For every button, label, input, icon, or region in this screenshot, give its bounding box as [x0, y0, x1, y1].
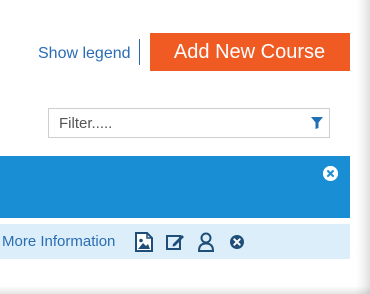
more-information-link[interactable]: More Information [2, 233, 115, 250]
toolbar: Show legend Add New Course [38, 33, 350, 71]
course-row: More Information [0, 224, 350, 259]
close-circle-icon[interactable] [323, 166, 338, 181]
panel-shadow-bottom [0, 286, 370, 294]
user-icon[interactable] [195, 231, 217, 253]
course-header-bar [0, 156, 350, 218]
filter-box [48, 108, 330, 138]
image-icon[interactable] [133, 231, 155, 253]
close-circle-icon[interactable] [226, 231, 248, 253]
filter-input[interactable] [49, 109, 305, 137]
edit-icon[interactable] [164, 231, 186, 253]
row-actions [133, 231, 257, 253]
panel-shadow-right [356, 0, 370, 294]
add-new-course-button[interactable]: Add New Course [149, 33, 350, 71]
funnel-icon[interactable] [305, 117, 329, 129]
toolbar-divider [138, 39, 140, 65]
show-legend-link[interactable]: Show legend [38, 41, 131, 63]
